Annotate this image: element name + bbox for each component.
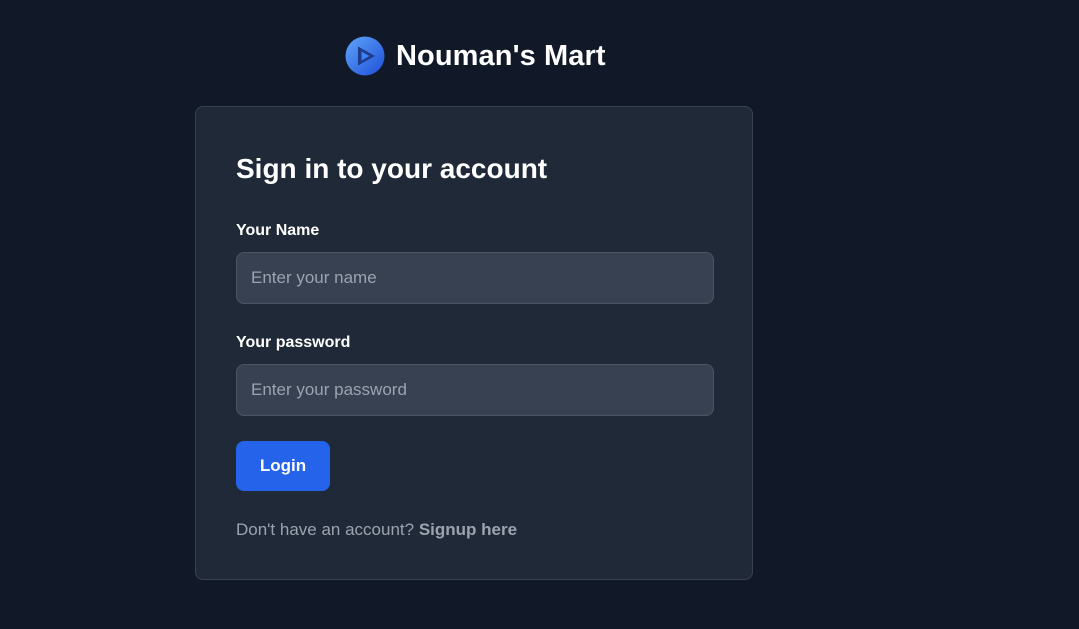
password-input[interactable]	[236, 364, 714, 416]
login-button[interactable]: Login	[236, 441, 330, 491]
signup-prompt: Don't have an account?	[236, 520, 415, 539]
signup-link[interactable]: Signup here	[419, 520, 517, 539]
signup-row: Don't have an account? Signup here	[236, 519, 517, 541]
brand-header: Nouman's Mart	[345, 36, 606, 76]
name-label: Your Name	[236, 222, 320, 239]
name-input[interactable]	[236, 252, 714, 304]
password-label: Your password	[236, 334, 351, 351]
brand-name: Nouman's Mart	[396, 40, 606, 72]
page-title: Sign in to your account	[236, 153, 548, 184]
brand-logo-icon	[345, 36, 385, 76]
signin-card: Sign in to your account Your Name Your p…	[195, 106, 753, 580]
